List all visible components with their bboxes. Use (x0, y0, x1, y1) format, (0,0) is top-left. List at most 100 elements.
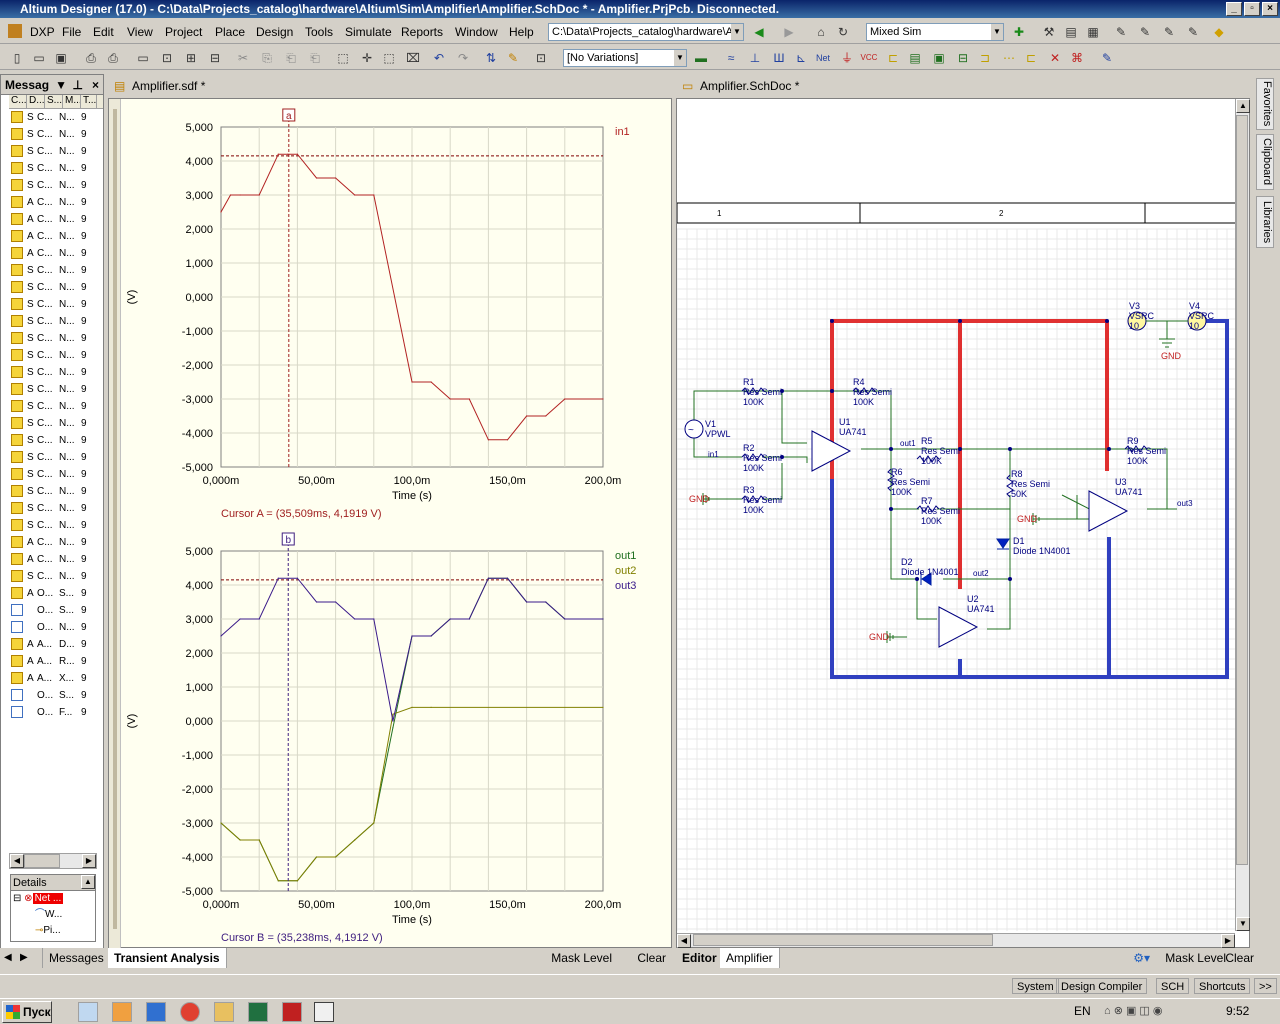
collapse-icon[interactable]: ⊟ (13, 893, 21, 904)
maximize-button[interactable]: ▫ (1244, 2, 1260, 16)
sim-mode-combo[interactable]: Mixed Sim ▼ (866, 23, 1004, 41)
harness-icon[interactable]: ⋯ (1000, 49, 1018, 67)
tab-clipboard[interactable]: Clipboard (1256, 134, 1274, 190)
place-netlabel-icon[interactable]: ⊾ (792, 49, 810, 67)
tab-next-icon[interactable]: ▶ (20, 948, 28, 968)
menu-window[interactable]: Window (455, 25, 498, 39)
place-bus-entry-icon[interactable]: Ш (770, 49, 788, 67)
forward-icon[interactable]: ▶ (780, 23, 798, 41)
tab-amplifier-sdf[interactable]: ▤ Amplifier.sdf * (110, 76, 212, 96)
scroll-right-icon[interactable]: ▶ (1221, 934, 1235, 948)
message-row[interactable]: S C... N... 9 (1, 415, 103, 432)
taskbar-folder-icon[interactable] (214, 1002, 234, 1022)
col-document[interactable]: D... (27, 95, 45, 108)
gnd-port-icon[interactable]: ⏚ (838, 49, 856, 67)
close-panel-icon[interactable]: × (92, 75, 99, 95)
col-message[interactable]: M... (63, 95, 81, 108)
tab-transient-analysis[interactable]: Transient Analysis (108, 948, 227, 968)
details-row-error[interactable]: ⊟ ⊗ Net ... (11, 891, 95, 907)
tab-messages[interactable]: Messages (42, 948, 111, 968)
menu-dxp[interactable]: DXP (30, 25, 55, 39)
scroll-up-icon[interactable]: ▲ (81, 875, 95, 889)
tab-editor[interactable]: Editor (676, 948, 724, 968)
message-row[interactable]: A A... D... 9 (1, 636, 103, 653)
message-row[interactable]: A C... N... 9 (1, 211, 103, 228)
message-row[interactable]: S C... N... 9 (1, 126, 103, 143)
cut-icon[interactable]: ✂ (234, 49, 252, 67)
deselect-icon[interactable]: ⌧ (404, 49, 422, 67)
export-icon[interactable]: ▦ (1084, 23, 1102, 41)
col-time[interactable]: T... (81, 95, 97, 108)
status-design-compiler-button[interactable]: Design Compiler (1056, 978, 1148, 994)
vcc-port-icon[interactable]: VCC (860, 49, 878, 67)
taskbar-ie-icon[interactable] (146, 1002, 166, 1022)
message-row[interactable]: O... S... 9 (1, 602, 103, 619)
details-row-pin[interactable]: ⊸Pi... (11, 923, 95, 939)
message-row[interactable]: S C... N... 9 (1, 500, 103, 517)
browse-icon[interactable]: ⊡ (532, 49, 550, 67)
message-row[interactable]: S C... N... 9 (1, 466, 103, 483)
message-row[interactable]: A C... N... 9 (1, 194, 103, 211)
message-row[interactable]: S C... N... 9 (1, 449, 103, 466)
message-row[interactable]: S C... N... 9 (1, 160, 103, 177)
taskbar-chrome-icon[interactable] (180, 1002, 200, 1022)
message-row[interactable]: A O... S... 9 (1, 585, 103, 602)
save-icon[interactable]: ▣ (52, 49, 70, 67)
message-row[interactable]: A C... N... 9 (1, 245, 103, 262)
plot-selector[interactable] (113, 109, 117, 929)
mask-toggle-icon[interactable]: ⚙▾ (1133, 948, 1150, 968)
zoom-selected-icon[interactable]: ⊟ (206, 49, 224, 67)
taskbar-explorer-icon[interactable] (78, 1002, 98, 1022)
details-row-wire[interactable]: ⌒W... (11, 907, 95, 923)
menu-project[interactable]: Project (165, 25, 202, 39)
zoom-fit-icon[interactable]: ⊡ (158, 49, 176, 67)
message-row[interactable]: S C... N... 9 (1, 568, 103, 585)
scroll-up-icon[interactable]: ▲ (1236, 99, 1250, 113)
move-icon[interactable]: ✛ (358, 49, 376, 67)
menu-design[interactable]: Design (256, 25, 293, 39)
tab-favorites[interactable]: Favorites (1256, 78, 1274, 130)
print-icon[interactable]: ⎙ (82, 49, 100, 67)
place-bus-icon[interactable]: ⊥ (746, 49, 764, 67)
place-part-icon[interactable]: ⊏ (884, 49, 902, 67)
line-tool-icon[interactable]: ✎ (1160, 23, 1178, 41)
compile-icon[interactable]: ▤ (1062, 23, 1080, 41)
taskbar-acrobat-icon[interactable] (282, 1002, 302, 1022)
sheet-entry-icon[interactable]: ▣ (930, 49, 948, 67)
sheet-symbol-icon[interactable]: ▤ (906, 49, 924, 67)
start-button[interactable]: Пуск (2, 1001, 52, 1023)
menu-help[interactable]: Help (509, 25, 534, 39)
copy-icon[interactable]: ⎘ (258, 49, 276, 67)
hscroll-thumb[interactable] (693, 934, 993, 946)
panel-menu-icon[interactable]: ▼ (55, 75, 67, 95)
variations-combo[interactable]: [No Variations] ▼ (563, 49, 687, 67)
message-row[interactable]: S C... N... 9 (1, 279, 103, 296)
menu-file[interactable]: File (62, 25, 81, 39)
message-row[interactable]: S C... N... 9 (1, 143, 103, 160)
status-sch-button[interactable]: SCH (1156, 978, 1190, 994)
menu-view[interactable]: View (127, 25, 153, 39)
taskbar-media-icon[interactable] (112, 1002, 132, 1022)
open-project-icon[interactable]: ▭ (134, 49, 152, 67)
scroll-left-icon[interactable]: ◀ (677, 934, 691, 948)
message-row[interactable]: A A... R... 9 (1, 653, 103, 670)
clear-button[interactable]: Clear (637, 948, 666, 968)
net-label-icon[interactable]: Net (814, 49, 832, 67)
status-shortcuts-button[interactable]: Shortcuts (1194, 978, 1251, 994)
pin-icon[interactable]: ⊥ (73, 75, 83, 95)
mask-level-button[interactable]: Mask Level (551, 948, 612, 968)
message-row[interactable]: S C... N... 9 (1, 262, 103, 279)
sch-mask-level-button[interactable]: Mask Level (1165, 948, 1226, 968)
language-indicator[interactable]: EN (1074, 1004, 1091, 1018)
scroll-down-icon[interactable]: ▼ (1236, 917, 1250, 931)
col-source[interactable]: S... (45, 95, 63, 108)
status-system-button[interactable]: System (1012, 978, 1059, 994)
new-icon[interactable]: ▯ (8, 49, 26, 67)
message-row[interactable]: S C... N... 9 (1, 483, 103, 500)
message-row[interactable]: A C... N... 9 (1, 228, 103, 245)
message-row[interactable]: S C... N... 9 (1, 398, 103, 415)
message-row[interactable]: S C... N... 9 (1, 364, 103, 381)
paste-icon[interactable]: ⎗ (282, 49, 300, 67)
taskbar-excel-icon[interactable] (248, 1002, 268, 1022)
redo-icon[interactable]: ↷ (454, 49, 472, 67)
